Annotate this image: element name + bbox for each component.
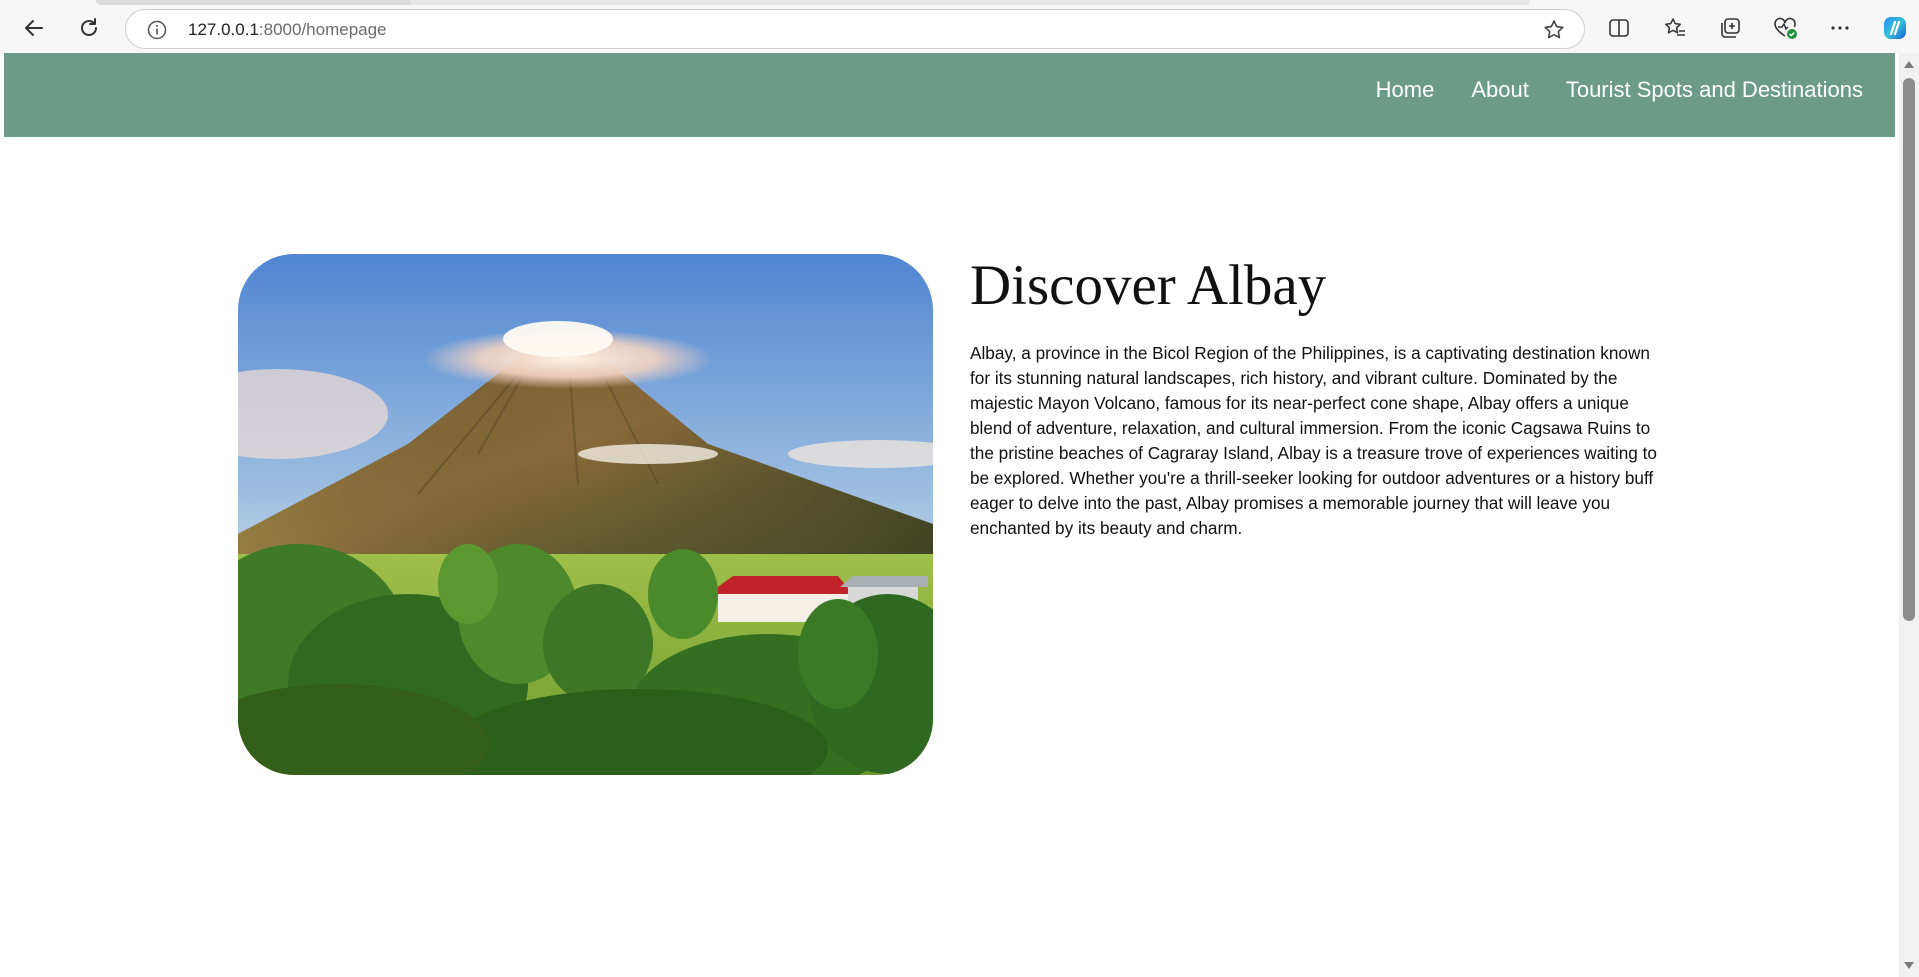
tab-strip-rest [410,0,1530,5]
back-arrow-icon [25,20,43,36]
copilot-icon [1884,17,1906,39]
browser-toolbar: 127.0.0.1:8000/homepage [0,0,1919,53]
page-title: Discover Albay [970,254,1327,317]
main-nav: Home About Tourist Spots and Destination… [1376,77,1863,103]
url-host: 127.0.0.1 [188,20,259,39]
tab-strip [96,0,416,5]
favorites-icon [1665,18,1685,36]
url-path: :8000/homepage [258,20,387,39]
nav-link-home[interactable]: Home [1376,77,1435,103]
back-button[interactable] [16,10,52,46]
split-screen-button[interactable] [1601,10,1637,46]
page-viewport: Home About Tourist Spots and Destination… [4,53,1899,977]
info-icon[interactable] [147,20,167,40]
hero-description: Albay, a province in the Bicol Region of… [970,343,1657,538]
site-header: Home About Tourist Spots and Destination… [4,53,1895,137]
refresh-icon [81,18,97,36]
address-bar[interactable]: 127.0.0.1:8000/homepage [125,9,1585,49]
split-screen-icon [1609,19,1629,37]
favorites-button[interactable] [1657,10,1693,46]
refresh-button[interactable] [71,10,107,46]
scroll-thumb[interactable] [1903,78,1915,621]
browser-essentials-icon [1774,17,1797,39]
scroll-down-arrow-icon[interactable] [1904,962,1914,969]
mayon-volcano-image [238,254,933,775]
favorite-star-icon[interactable] [1542,18,1566,42]
nav-link-about[interactable]: About [1471,77,1529,103]
more-icon [1831,26,1849,30]
url-text[interactable]: 127.0.0.1:8000/homepage [188,20,387,40]
collections-icon [1721,18,1740,38]
scroll-up-arrow-icon[interactable] [1904,61,1914,68]
collections-button[interactable] [1712,10,1748,46]
browser-essentials-button[interactable] [1767,10,1803,46]
vertical-scrollbar[interactable] [1899,53,1919,977]
more-button[interactable] [1822,10,1858,46]
nav-link-tourist-spots[interactable]: Tourist Spots and Destinations [1566,77,1863,103]
copilot-button[interactable] [1877,10,1913,46]
